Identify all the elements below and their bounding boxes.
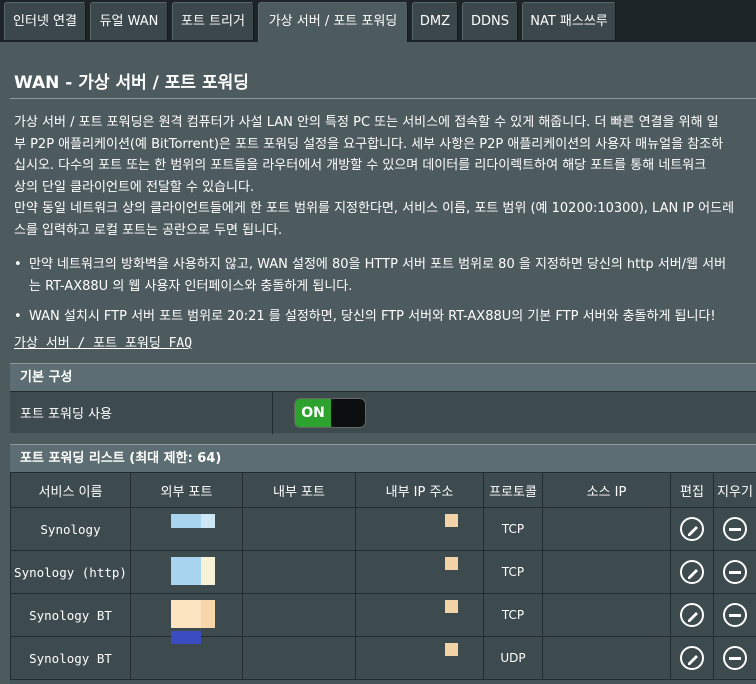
pencil-icon[interactable] — [680, 517, 704, 541]
source-ip-cell — [542, 636, 671, 680]
edit-cell — [670, 507, 714, 551]
tab-ddns[interactable]: DDNS — [462, 2, 518, 40]
table-row: Synology BT UDP — [10, 631, 756, 680]
toggle-knob — [331, 399, 365, 427]
note-line: 는 RT-AX88U 의 웹 사용자 인터페이스와 충돌하게 됩니다. — [29, 278, 353, 294]
internal-port-cell — [242, 507, 356, 551]
col-protocol: 프로토콜 — [483, 472, 543, 508]
desc-line: 상의 단일 클라이언트에 전달할 수 있습니다. — [14, 179, 255, 195]
service-name-cell: Synology BT — [10, 636, 131, 680]
protocol-cell: TCP — [483, 550, 543, 594]
edit-cell — [670, 550, 714, 594]
tab-bar: 인터넷 연결 듀얼 WAN 포트 트리거 가상 서버 / 포트 포워딩 DMZ … — [0, 0, 756, 42]
pencil-icon[interactable] — [680, 646, 704, 670]
port-forwarding-list-section: 포트 포워딩 리스트 (최대 제한: 64) 서비스 이름 외부 포트 내부 포… — [10, 444, 756, 684]
source-ip-cell — [542, 550, 671, 594]
source-ip-cell — [542, 593, 671, 637]
col-service-name: 서비스 이름 — [10, 472, 131, 508]
external-port-cell — [130, 550, 243, 594]
delete-cell — [713, 636, 756, 680]
toggle-on-label: ON — [295, 399, 331, 427]
redacted-block — [445, 600, 458, 613]
redacted-block — [171, 514, 201, 528]
col-edit: 편집 — [670, 472, 714, 508]
edit-cell — [670, 593, 714, 637]
redacted-block — [171, 557, 201, 585]
pencil-icon[interactable] — [680, 560, 704, 584]
tab-internet-connection[interactable]: 인터넷 연결 — [4, 2, 86, 40]
enable-label: 포트 포워딩 사용 — [20, 407, 112, 422]
list-header: 포트 포워딩 리스트 (최대 제한: 64) — [10, 444, 756, 472]
desc-line: 만약 동일 네트워크 상의 클라이언트들에게 한 포트 범위를 지정한다면, 서… — [14, 201, 735, 217]
redacted-block — [445, 643, 458, 656]
service-name-cell: Synology (http) — [10, 550, 131, 594]
main-panel: WAN - 가상 서버 / 포트 포워딩 가상 서버 / 포트 포워딩은 원격 … — [0, 42, 756, 684]
minus-circle-icon[interactable] — [723, 560, 747, 584]
pencil-icon[interactable] — [680, 603, 704, 627]
desc-line: 부 P2P 애플리케이션(예 BitTorrent)은 포트 포워딩 설정을 요… — [14, 136, 724, 152]
edit-cell — [670, 636, 714, 680]
internal-ip-cell — [355, 636, 484, 680]
note-item: WAN 설치시 FTP 서버 포트 범위로 20:21 를 설정하면, 당신의 … — [14, 306, 756, 328]
tab-nat-passthrough[interactable]: NAT 패스쓰루 — [522, 2, 616, 40]
minus-circle-icon[interactable] — [723, 646, 747, 670]
redacted-block — [445, 514, 458, 527]
redacted-block — [201, 557, 215, 585]
table-row: Synology TCP — [10, 507, 756, 551]
protocol-cell: UDP — [483, 636, 543, 680]
minus-circle-icon[interactable] — [723, 603, 747, 627]
redacted-block — [171, 600, 201, 628]
internal-ip-cell — [355, 593, 484, 637]
table-row: Synology BT TCP — [10, 593, 756, 637]
redacted-block — [201, 514, 215, 528]
basic-config-header: 기본 구성 — [10, 363, 756, 391]
redacted-block — [171, 631, 201, 644]
table-header-row: 서비스 이름 외부 포트 내부 포트 내부 IP 주소 프로토콜 소스 IP 편… — [10, 472, 756, 508]
delete-cell — [713, 593, 756, 637]
source-ip-cell — [542, 507, 671, 551]
port-forwarding-toggle[interactable]: ON — [294, 398, 366, 428]
note-item: 만약 네트워크의 방화벽을 사용하지 않고, WAN 설정에 80을 HTTP … — [14, 254, 756, 297]
basic-config-section: 기본 구성 포트 포워딩 사용 ON — [10, 363, 756, 434]
title-divider — [10, 98, 756, 99]
note-line: 만약 네트워크의 방화벽을 사용하지 않고, WAN 설정에 80을 HTTP … — [29, 257, 727, 272]
service-name-cell: Synology BT — [10, 593, 131, 637]
redacted-block — [445, 557, 458, 570]
enable-row: 포트 포워딩 사용 ON — [10, 391, 756, 434]
note-line: WAN 설치시 FTP 서버 포트 범위로 20:21 를 설정하면, 당신의 … — [29, 309, 716, 325]
tab-dual-wan[interactable]: 듀얼 WAN — [90, 2, 168, 40]
tab-virtual-server[interactable]: 가상 서버 / 포트 포워딩 — [258, 2, 408, 42]
tab-port-trigger[interactable]: 포트 트리거 — [172, 2, 254, 40]
col-internal-port: 내부 포트 — [242, 472, 356, 508]
redacted-block — [201, 600, 215, 628]
internal-port-cell — [242, 636, 356, 680]
row-divider — [272, 392, 273, 434]
delete-cell — [713, 507, 756, 551]
internal-ip-cell — [355, 550, 484, 594]
desc-line: 십시오. 다수의 포트 또는 한 범위의 포트들을 라우터에서 개방할 수 있으… — [14, 158, 707, 174]
page-title: WAN - 가상 서버 / 포트 포워딩 — [14, 73, 249, 93]
table-row: Synology (http) TCP — [10, 550, 756, 594]
desc-line: 가상 서버 / 포트 포워딩은 원격 컴퓨터가 사설 LAN 안의 특정 PC … — [14, 115, 719, 130]
tab-dmz[interactable]: DMZ — [412, 2, 458, 40]
col-source-ip: 소스 IP — [542, 472, 671, 508]
internal-port-cell — [242, 550, 356, 594]
protocol-cell: TCP — [483, 507, 543, 551]
external-port-cell — [130, 507, 243, 551]
minus-circle-icon[interactable] — [723, 517, 747, 541]
col-delete: 지우기 — [713, 472, 756, 508]
internal-port-cell — [242, 593, 356, 637]
protocol-cell: TCP — [483, 593, 543, 637]
delete-cell — [713, 550, 756, 594]
col-external-port: 외부 포트 — [130, 472, 243, 508]
faq-link[interactable]: 가상 서버 / 포트 포워딩 FAQ — [14, 332, 192, 351]
col-internal-ip: 내부 IP 주소 — [355, 472, 484, 508]
service-name-cell: Synology — [10, 507, 131, 551]
external-port-cell — [130, 631, 243, 680]
note-list: 만약 네트워크의 방화벽을 사용하지 않고, WAN 설정에 80을 HTTP … — [14, 254, 756, 328]
desc-line: 스를 입력하고 로컬 포트는 공란으로 두면 됩니다. — [14, 222, 283, 238]
internal-ip-cell — [355, 507, 484, 551]
description: 가상 서버 / 포트 포워딩은 원격 컴퓨터가 사설 LAN 안의 특정 PC … — [14, 112, 756, 242]
port-forwarding-table: 서비스 이름 외부 포트 내부 포트 내부 IP 주소 프로토콜 소스 IP 편… — [10, 472, 756, 680]
